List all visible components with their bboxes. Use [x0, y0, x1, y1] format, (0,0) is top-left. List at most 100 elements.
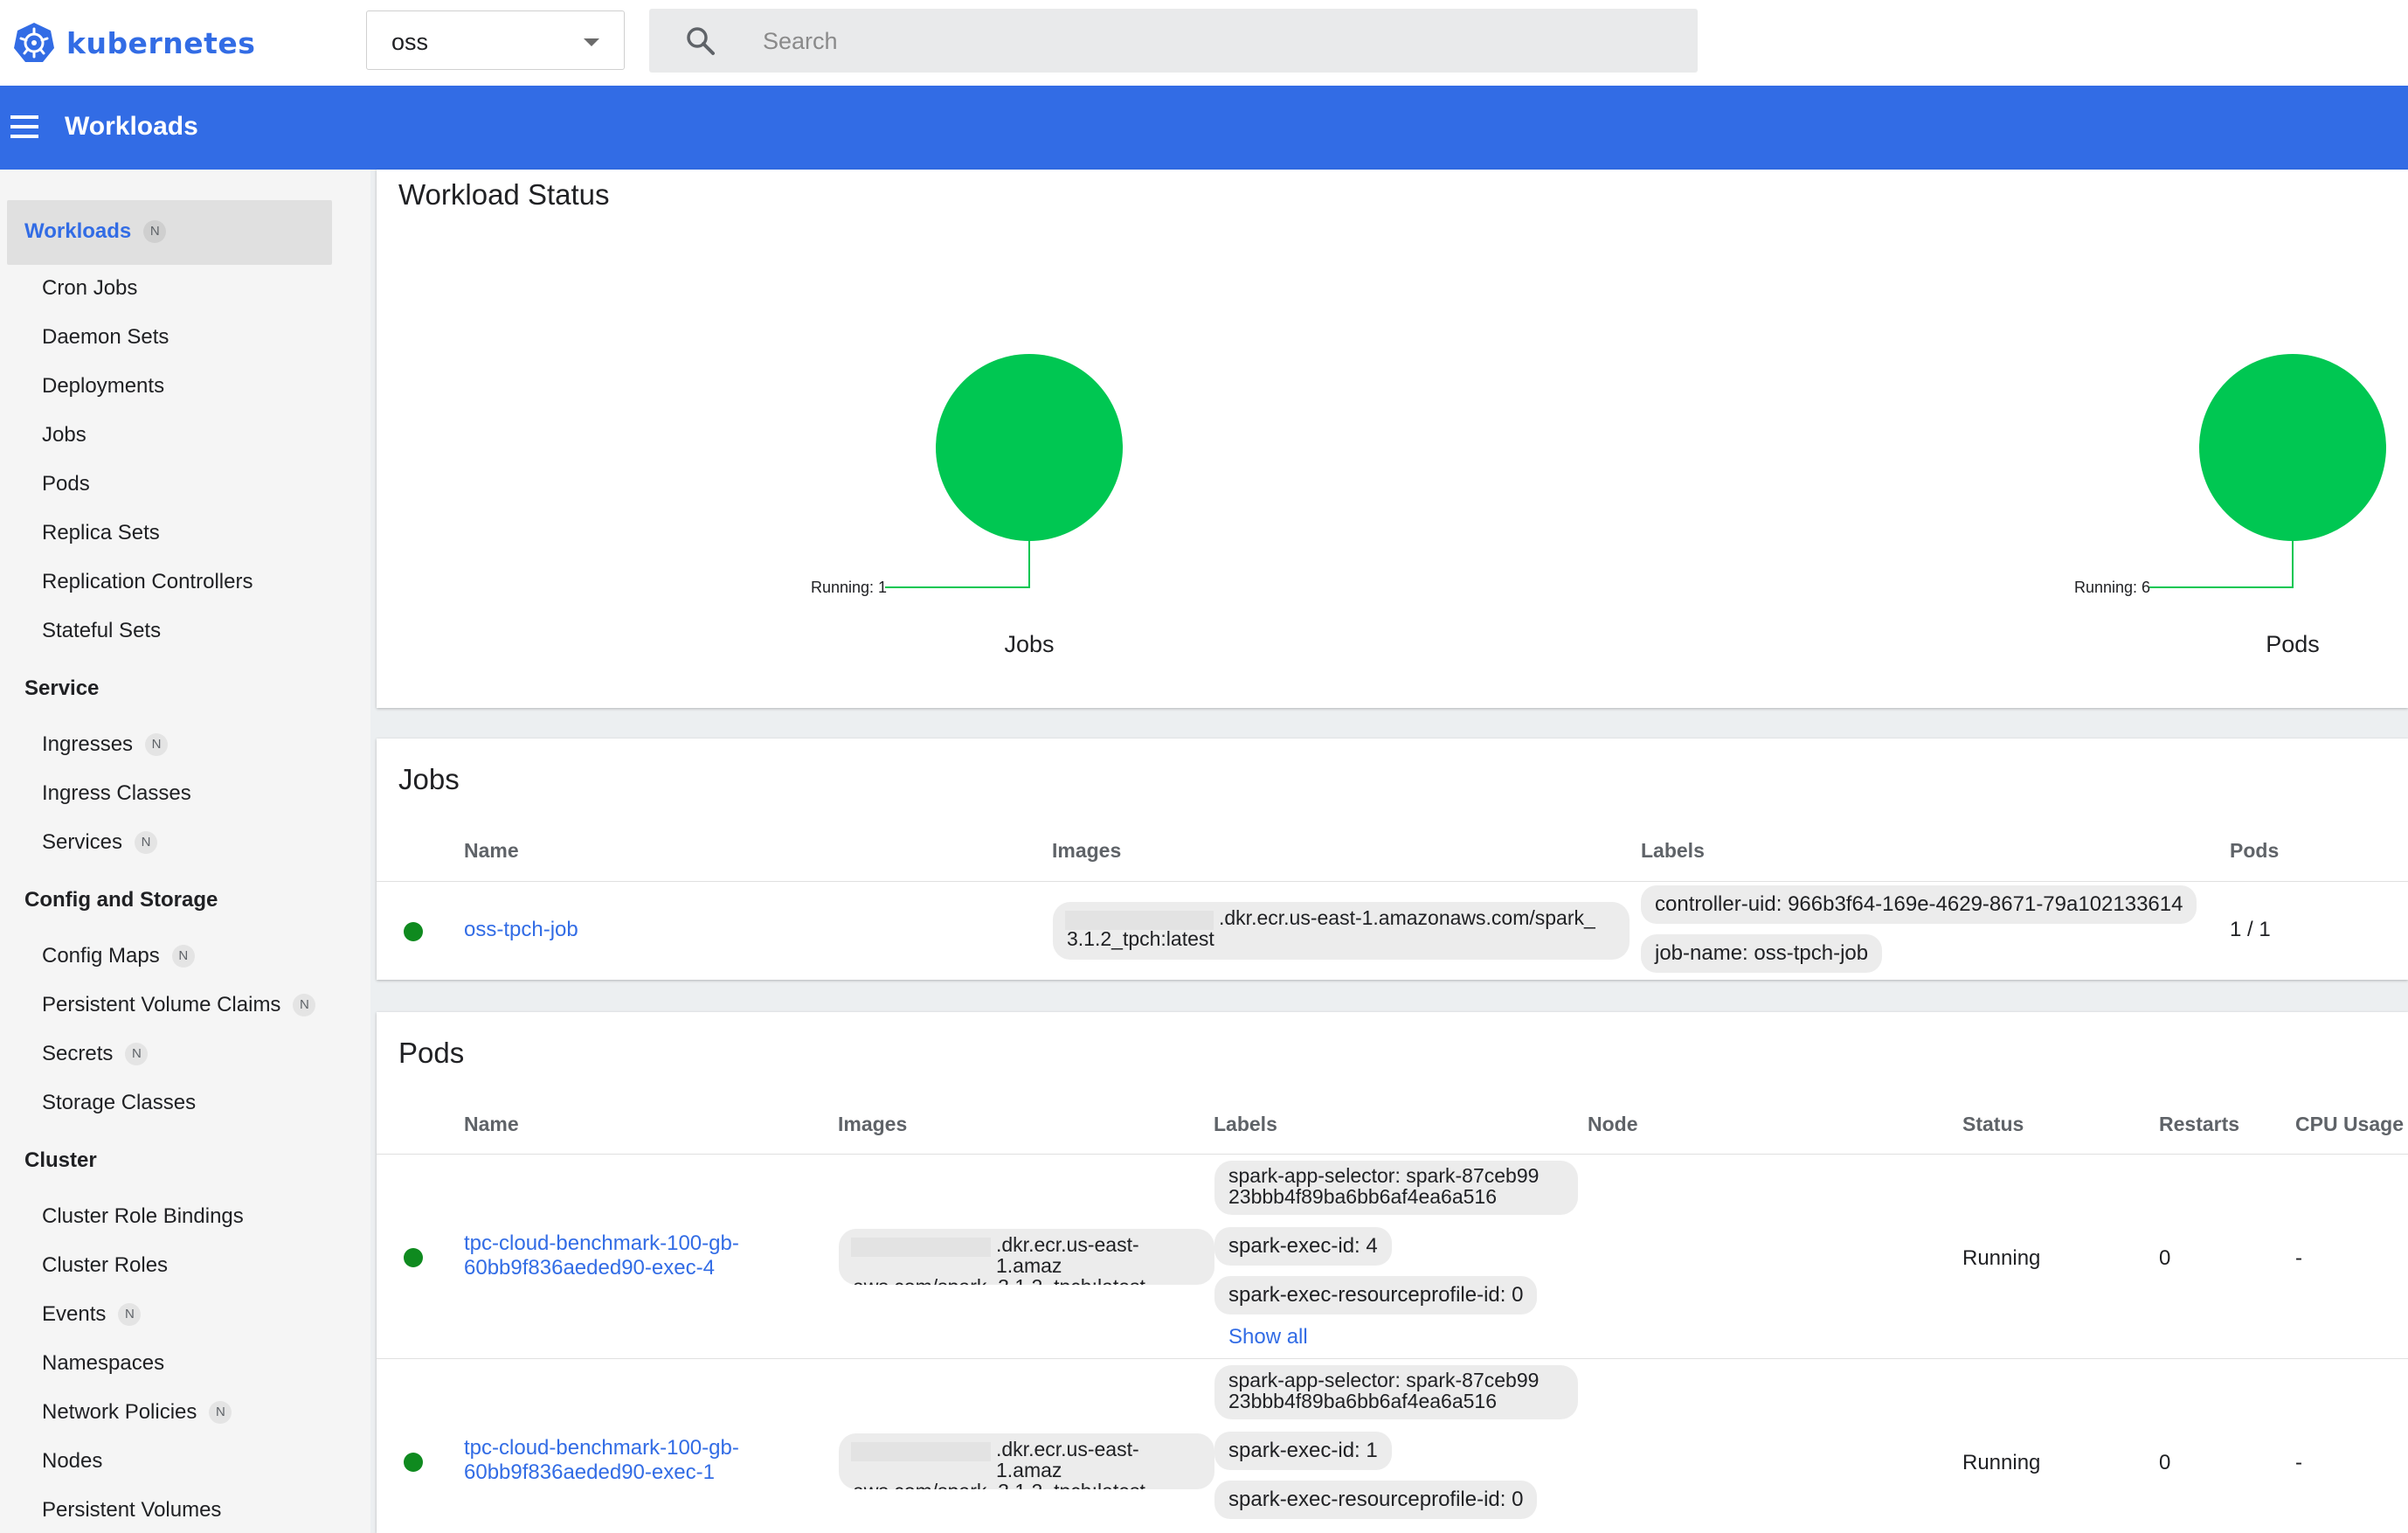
image-chip: .dkr.ecr.us-east-1.amazonaws.com/spark_ … — [1053, 902, 1630, 960]
namespaced-badge: N — [143, 220, 167, 243]
jobs-card: Jobs Name Images Labels Pods oss-tpch-jo… — [377, 739, 2408, 980]
pod-cpu-usage: - — [2295, 1451, 2302, 1474]
sidebar-item-workloads[interactable]: Workloads N — [7, 200, 332, 265]
namespaced-badge: N — [125, 1043, 149, 1065]
namespaced-badge: N — [209, 1401, 232, 1424]
pod-name-line: tpc-cloud-benchmark-100-gb- — [464, 1231, 739, 1255]
sidebar-item-stateful-sets[interactable]: Stateful Sets — [42, 619, 161, 643]
job-pods-count: 1 / 1 — [2230, 918, 2271, 941]
pods-chart-label: Pods — [2266, 631, 2320, 657]
search-icon[interactable] — [684, 24, 717, 58]
jobs-chart-label: Jobs — [1004, 631, 1055, 657]
kubernetes-logo[interactable]: kubernetes — [12, 21, 255, 65]
sidebar-item-label: Config Maps — [42, 944, 160, 968]
sidebar-item-ingresses[interactable]: Ingresses N — [42, 732, 169, 757]
status-success-icon — [404, 922, 423, 941]
pod-restarts: 0 — [2159, 1451, 2171, 1474]
search-input[interactable] — [761, 9, 1638, 74]
status-success-icon — [404, 1453, 423, 1472]
sidebar-item-ingress-classes[interactable]: Ingress Classes — [42, 781, 191, 806]
jobs-callout-line — [885, 541, 1030, 588]
pods-callout-line — [2149, 541, 2294, 588]
jobs-col-name[interactable]: Name — [464, 839, 519, 863]
sidebar-item-label: Ingresses — [42, 732, 134, 756]
namespaced-badge: N — [135, 831, 158, 854]
label-chip: controller-uid: 966b3f64-169e-4629-8671-… — [1641, 885, 2197, 924]
sidebar-item-label: Secrets — [42, 1042, 114, 1065]
label-chip: spark-app-selector: spark-87ceb99 23bbb4… — [1214, 1365, 1578, 1419]
job-name-link[interactable]: oss-tpch-job — [464, 918, 578, 942]
redacted-registry — [851, 1238, 991, 1257]
redacted-registry — [851, 1442, 991, 1461]
sidebar-item-label: Events — [42, 1302, 107, 1326]
namespace-select[interactable]: oss — [366, 10, 625, 70]
show-all-labels-link[interactable]: Show all — [1228, 1325, 1308, 1349]
sidebar-section-cluster[interactable]: Cluster — [24, 1148, 97, 1173]
pod-restarts: 0 — [2159, 1246, 2171, 1270]
workload-status-card: Workload Status Running: 1 Jobs Running:… — [377, 170, 2408, 708]
label-text: spark-app-selector: spark-87ceb99 — [1228, 1164, 1540, 1187]
sidebar-item-replication-controllers[interactable]: Replication Controllers — [42, 570, 253, 594]
menu-icon[interactable] — [10, 115, 38, 138]
label-text: 23bbb4f89ba6bb6af4ea6a516 — [1228, 1185, 1497, 1208]
jobs-col-labels: Labels — [1641, 839, 1705, 862]
namespaced-badge: N — [293, 994, 316, 1016]
sidebar-section-service[interactable]: Service — [24, 676, 99, 701]
sidebar-item-secrets[interactable]: Secrets N — [42, 1042, 149, 1066]
sidebar-item-cluster-role-bindings[interactable]: Cluster Role Bindings — [42, 1204, 244, 1229]
label-chip: spark-exec-id: 4 — [1214, 1227, 1392, 1266]
page-header: Workloads — [0, 86, 2408, 170]
search-bar[interactable] — [649, 9, 1698, 74]
pods-col-cpu[interactable]: CPU Usage ( — [2295, 1113, 2408, 1136]
header-title: Workloads — [65, 112, 198, 141]
jobs-col-images: Images — [1052, 839, 1122, 862]
sidebar-active-label: Workloads — [24, 219, 132, 243]
pods-col-restarts[interactable]: Restarts — [2159, 1113, 2239, 1136]
pod-name-link[interactable]: tpc-cloud-benchmark-100-gb- 60bb9f836aed… — [464, 1436, 739, 1485]
pod-name-line: 60bb9f836aeded90-exec-4 — [464, 1256, 715, 1280]
sidebar-item-storage-classes[interactable]: Storage Classes — [42, 1091, 196, 1115]
sidebar-item-cluster-roles[interactable]: Cluster Roles — [42, 1253, 168, 1278]
sidebar-item-persistent-volumes[interactable]: Persistent Volumes — [42, 1498, 221, 1523]
sidebar-item-jobs[interactable]: Jobs — [42, 423, 86, 447]
sidebar-item-network-policies[interactable]: Network Policies N — [42, 1400, 232, 1425]
sidebar-item-label: Services — [42, 830, 123, 854]
kubernetes-helm-icon — [14, 23, 54, 62]
pod-cpu-usage: - — [2295, 1246, 2302, 1270]
label-chip: spark-exec-resourceprofile-id: 0 — [1214, 1276, 1538, 1314]
pods-card: Pods Name Images Labels Node Status Rest… — [377, 1012, 2408, 1533]
label-text: spark-app-selector: spark-87ceb99 — [1228, 1369, 1540, 1391]
pods-col-name[interactable]: Name — [464, 1113, 519, 1136]
pods-running-pie — [2199, 354, 2386, 541]
label-chip: spark-exec-id: 1 — [1214, 1432, 1392, 1470]
sidebar-item-pods[interactable]: Pods — [42, 472, 90, 496]
pods-col-status[interactable]: Status — [1962, 1113, 2024, 1136]
sidebar-section-config-storage[interactable]: Config and Storage — [24, 888, 218, 912]
sidebar-nav: Workloads N Cron Jobs Daemon Sets Deploy… — [0, 170, 370, 1533]
jobs-title: Jobs — [398, 763, 460, 795]
brand-name: kubernetes — [66, 25, 256, 60]
divider — [377, 881, 2408, 882]
sidebar-item-daemon-sets[interactable]: Daemon Sets — [42, 325, 169, 350]
sidebar-item-config-maps[interactable]: Config Maps N — [42, 944, 195, 968]
sidebar-item-nodes[interactable]: Nodes — [42, 1449, 102, 1474]
sidebar-item-events[interactable]: Events N — [42, 1302, 142, 1327]
pods-title: Pods — [398, 1037, 465, 1069]
pod-name-link[interactable]: tpc-cloud-benchmark-100-gb- 60bb9f836aed… — [464, 1231, 739, 1280]
jobs-running-callout: Running: 1 — [811, 579, 888, 596]
sidebar-item-namespaces[interactable]: Namespaces — [42, 1351, 164, 1376]
image-chip: .dkr.ecr.us-east-1.amaz aws.com/spark_3.… — [839, 1433, 1214, 1489]
pods-col-node[interactable]: Node — [1588, 1113, 1638, 1136]
sidebar-item-deployments[interactable]: Deployments — [42, 374, 164, 399]
image-chip: .dkr.ecr.us-east-1.amaz aws.com/spark_3.… — [839, 1229, 1214, 1285]
sidebar-item-services[interactable]: Services N — [42, 830, 158, 855]
namespaced-badge: N — [118, 1303, 142, 1326]
namespaced-badge: N — [145, 733, 169, 756]
jobs-col-pods: Pods — [2230, 839, 2280, 862]
pod-status: Running — [1962, 1451, 2041, 1474]
sidebar-item-cron-jobs[interactable]: Cron Jobs — [42, 276, 137, 301]
sidebar-item-replica-sets[interactable]: Replica Sets — [42, 521, 160, 545]
sidebar-item-persistent-volume-claims[interactable]: Persistent Volume Claims N — [42, 993, 316, 1017]
redacted-registry — [1065, 911, 1214, 930]
namespaced-badge: N — [171, 945, 195, 968]
